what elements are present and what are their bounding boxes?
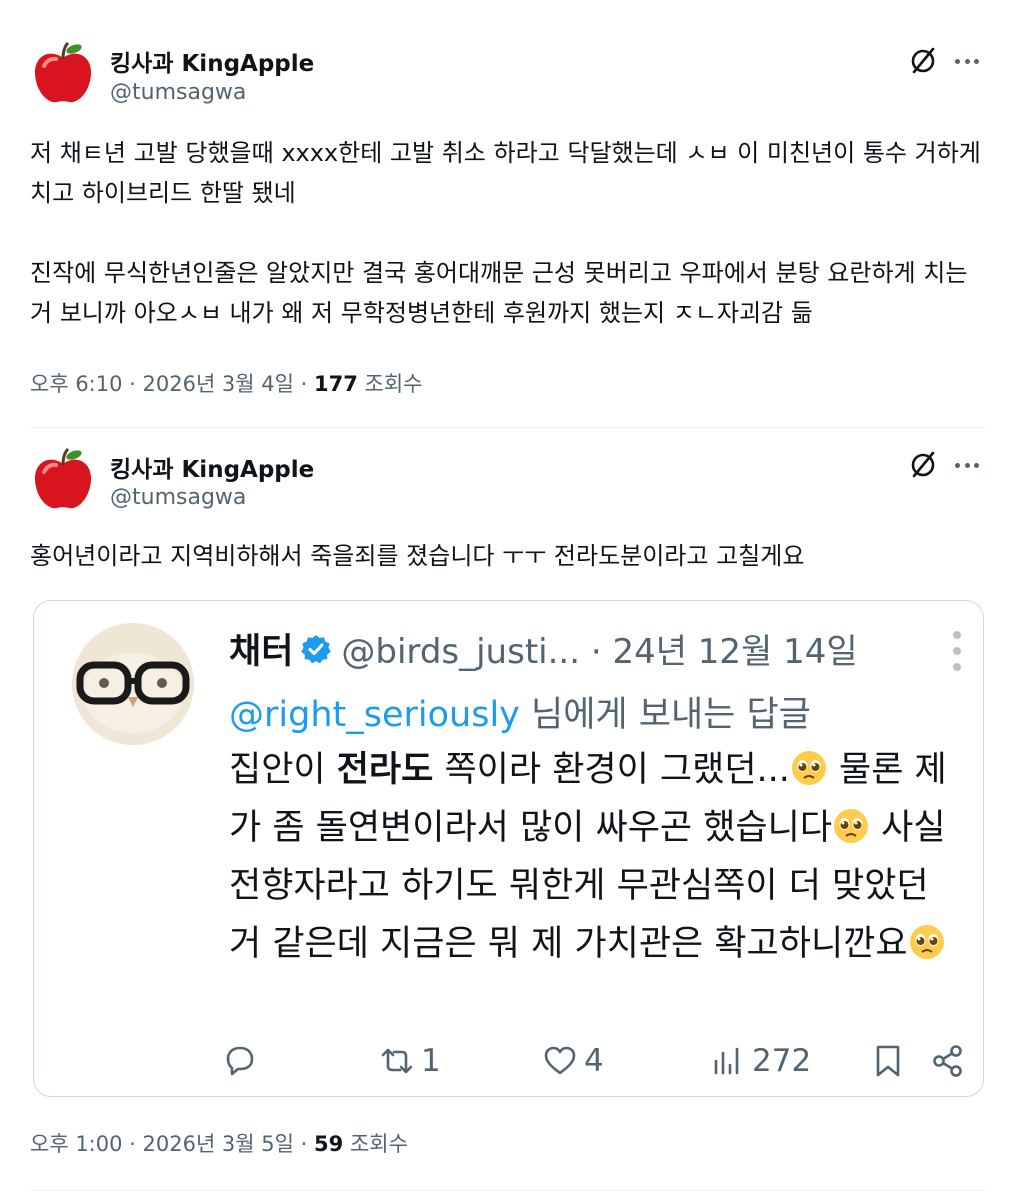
share-button[interactable]	[930, 1043, 966, 1079]
view-count: 59	[314, 1132, 344, 1156]
quoted-text-part: 집안이	[229, 750, 337, 790]
retweet-icon	[381, 1048, 413, 1074]
quoted-display-name[interactable]: 채터	[229, 623, 293, 674]
more-icon[interactable]	[952, 46, 982, 76]
verified-badge-icon	[301, 634, 332, 663]
user-handle[interactable]: @tumsagwa	[110, 485, 246, 510]
bottom-divider	[30, 1190, 985, 1191]
post-timestamp[interactable]: 오후 6:10 · 2026년 3월 4일 ·	[30, 372, 307, 396]
bookmark-icon	[876, 1045, 900, 1077]
views-button[interactable]: 272	[710, 1043, 811, 1079]
quoted-header: 채터 @birds_justi... · 24년 12월 14일	[229, 623, 858, 674]
quoted-avatar[interactable]	[72, 623, 194, 745]
quoted-text-part: 쪽이라 환경이 그랬던...	[433, 750, 790, 790]
reply-icon	[226, 1046, 254, 1076]
apple-avatar-icon[interactable]	[30, 40, 96, 106]
pleading-face-emoji-icon	[909, 925, 944, 959]
reply-mention-link[interactable]: @right_seriously	[229, 695, 520, 735]
heart-icon	[544, 1046, 576, 1075]
more-icon[interactable]	[952, 631, 962, 671]
views-icon	[714, 1047, 739, 1075]
quoted-text-bold: 전라도	[336, 750, 434, 790]
like-button[interactable]: 4	[542, 1043, 604, 1079]
post-timestamp[interactable]: 오후 1:00 · 2026년 3월 5일 ·	[30, 1132, 307, 1156]
apple-avatar-icon[interactable]	[30, 446, 96, 512]
view-count: 272	[752, 1043, 812, 1079]
pleading-face-emoji-icon	[791, 751, 826, 785]
post-text: 저 채ㅌ년 고발 당했을때 xxxx한테 고발 취소 하라고 닥달했는데 ㅅㅂ …	[30, 139, 981, 327]
reply-context: @right_seriously 님에게 보내는 답글	[229, 686, 811, 737]
like-count: 4	[584, 1043, 604, 1079]
quoted-text: 집안이 전라도 쪽이라 환경이 그랬던... 물론 제가 좀 돌연변이라서 많이…	[229, 741, 969, 973]
user-handle[interactable]: @tumsagwa	[110, 80, 246, 105]
pleading-face-emoji-icon	[834, 809, 869, 843]
reply-suffix: 님에게 보내는 답글	[519, 695, 811, 735]
share-icon	[933, 1045, 962, 1077]
retweet-button[interactable]: 1	[379, 1043, 441, 1079]
quoted-handle-date[interactable]: @birds_justi... · 24년 12월 14일	[341, 624, 857, 673]
reply-button[interactable]	[222, 1043, 258, 1079]
views-label: 조회수	[349, 1132, 408, 1156]
more-icon[interactable]	[952, 450, 982, 480]
post-meta: 오후 6:10 · 2026년 3월 4일 · 177 조회수	[30, 368, 423, 398]
post-text: 홍어년이라고 지역비하해서 죽을죄를 졌습니다 ㅜㅜ 전라도분이라고 고칠게요	[30, 542, 805, 570]
grok-icon[interactable]	[908, 46, 938, 76]
grok-icon[interactable]	[908, 450, 938, 480]
bookmark-button[interactable]	[870, 1043, 906, 1079]
display-name[interactable]: 킹사과 KingApple	[110, 44, 314, 78]
view-count: 177	[314, 372, 358, 396]
views-label: 조회수	[364, 372, 423, 396]
quoted-post-card[interactable]: 채터 @birds_justi... · 24년 12월 14일 @right_…	[33, 600, 984, 1097]
retweet-count: 1	[421, 1043, 441, 1079]
post-meta: 오후 1:00 · 2026년 3월 5일 · 59 조회수	[30, 1128, 408, 1158]
post-1: 킹사과 KingApple @tumsagwa 저 채ㅌ년 고발 당했을때 xx…	[0, 0, 1010, 428]
display-name[interactable]: 킹사과 KingApple	[110, 450, 314, 484]
action-bar: 1 4 272	[34, 1043, 983, 1093]
